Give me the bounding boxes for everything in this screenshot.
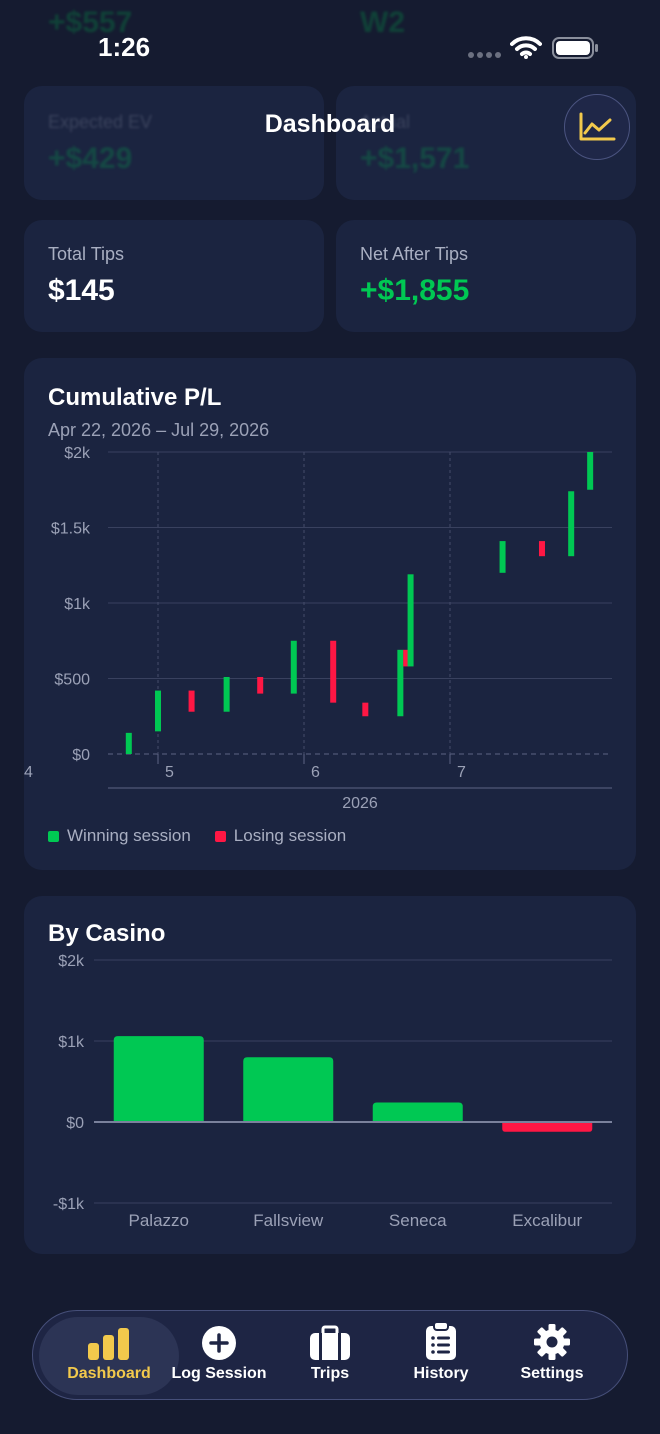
winning-session-bar bbox=[568, 491, 575, 557]
winning-session-bar bbox=[223, 676, 230, 712]
winning-session-bar bbox=[125, 732, 132, 754]
line-chart-icon bbox=[579, 112, 616, 141]
cumulative-pl-chart: $0 $500 $1k $1.5k $2k 4 5 6 7 2026 bbox=[24, 445, 612, 812]
faded-top-value-right: W2 bbox=[360, 6, 405, 39]
winning-session-bar bbox=[587, 452, 594, 490]
total-tips-label: Total Tips bbox=[48, 244, 125, 264]
tab-log-session[interactable]: Log Session bbox=[164, 1317, 274, 1395]
losing-session-bar bbox=[362, 702, 369, 717]
tab-settings[interactable]: Settings bbox=[497, 1317, 607, 1395]
casino-bar bbox=[502, 1122, 593, 1132]
tab-dashboard[interactable]: Dashboard bbox=[39, 1317, 179, 1395]
briefcase-icon bbox=[310, 1325, 350, 1360]
tab-trips[interactable]: Trips bbox=[275, 1317, 385, 1395]
legend-winning-label: Winning session bbox=[67, 826, 191, 845]
winning-session-bar bbox=[499, 541, 506, 573]
losing-session-bar bbox=[257, 676, 264, 694]
losing-session-bar bbox=[538, 541, 545, 557]
gear-icon bbox=[534, 1324, 570, 1360]
tab-settings-label: Settings bbox=[520, 1365, 584, 1382]
casino-bar bbox=[113, 1036, 204, 1122]
total-tips-card: Total Tips $145 bbox=[24, 220, 324, 332]
net-after-tips-value: +$1,855 bbox=[360, 274, 470, 307]
casino-label: Seneca bbox=[389, 1211, 447, 1230]
by-casino-card: By Casino -$1k $0 $1k $2k Palazzo Fallsview Se… bbox=[24, 896, 636, 1254]
y-tick-label: $1k bbox=[64, 596, 91, 613]
tab-bar: Dashboard Log Session Trips History Sett… bbox=[32, 1310, 628, 1400]
total-tips-value: $145 bbox=[48, 274, 115, 307]
expected-ev-value: +$429 bbox=[48, 142, 133, 175]
x-tick-label: 7 bbox=[457, 764, 466, 781]
casino-label: Excalibur bbox=[512, 1211, 582, 1230]
losing-session-bar bbox=[330, 640, 337, 703]
status-time: 1:26 bbox=[98, 32, 151, 62]
casino-bar bbox=[243, 1057, 334, 1122]
wifi-icon bbox=[510, 36, 542, 59]
y-tick-label: $2k bbox=[58, 953, 85, 970]
clipboard-list-icon bbox=[426, 1321, 456, 1360]
bar-chart-icon bbox=[88, 1328, 129, 1360]
by-casino-chart: -$1k $0 $1k $2k Palazzo Fallsview Seneca Excali… bbox=[53, 953, 612, 1230]
y-tick-label: -$1k bbox=[53, 1196, 85, 1213]
tab-history[interactable]: History bbox=[386, 1317, 496, 1395]
winning-session-bar bbox=[397, 649, 404, 717]
casino-label: Palazzo bbox=[129, 1211, 189, 1230]
winning-session-bar bbox=[407, 574, 414, 667]
y-tick-label: $0 bbox=[72, 747, 90, 764]
tab-trips-label: Trips bbox=[310, 1365, 350, 1382]
plus-circle-icon bbox=[202, 1326, 236, 1360]
x-tick-label: 5 bbox=[165, 764, 174, 781]
tab-log-session-label: Log Session bbox=[171, 1365, 267, 1382]
x-tick-label: 6 bbox=[311, 764, 320, 781]
net-after-tips-card: Net After Tips +$1,855 bbox=[336, 220, 636, 332]
casino-bar bbox=[372, 1102, 463, 1122]
cellular-signal-icon bbox=[468, 52, 501, 58]
y-tick-label: $500 bbox=[54, 672, 90, 689]
winning-session-bar bbox=[290, 640, 297, 694]
x-tick-label: 4 bbox=[24, 764, 33, 781]
y-tick-label: $0 bbox=[66, 1115, 84, 1132]
legend-winning-swatch bbox=[48, 830, 59, 842]
tab-history-label: History bbox=[413, 1365, 469, 1382]
chart-toggle-button[interactable] bbox=[564, 94, 630, 160]
legend-winning: Winning session bbox=[48, 826, 191, 846]
expected-ev-card: Expected EV +$429 bbox=[24, 86, 324, 200]
y-tick-label: $2k bbox=[64, 445, 91, 462]
page-title: Dashboard bbox=[264, 110, 396, 138]
legend-losing-swatch bbox=[214, 830, 226, 842]
winning-session-bar bbox=[155, 690, 161, 732]
tab-dashboard-label: Dashboard bbox=[67, 1365, 151, 1382]
casino-label: Fallsview bbox=[253, 1211, 324, 1230]
chart-legend: Winning session Losing session bbox=[48, 826, 346, 846]
y-tick-label: $1k bbox=[58, 1034, 85, 1051]
battery-icon bbox=[552, 37, 598, 59]
y-tick-label: $1.5k bbox=[51, 521, 91, 538]
x-axis-label: 2026 bbox=[342, 795, 378, 812]
legend-losing-label: Losing session bbox=[233, 826, 347, 845]
losing-session-bar bbox=[188, 690, 195, 712]
net-after-tips-label: Net After Tips bbox=[360, 244, 469, 264]
legend-losing: Losing session bbox=[214, 826, 347, 846]
actual-value: +$1,571 bbox=[360, 142, 470, 175]
cumulative-pl-card: Cumulative P/L Apr 22, 2026 – Jul 29, 20… bbox=[24, 358, 636, 870]
